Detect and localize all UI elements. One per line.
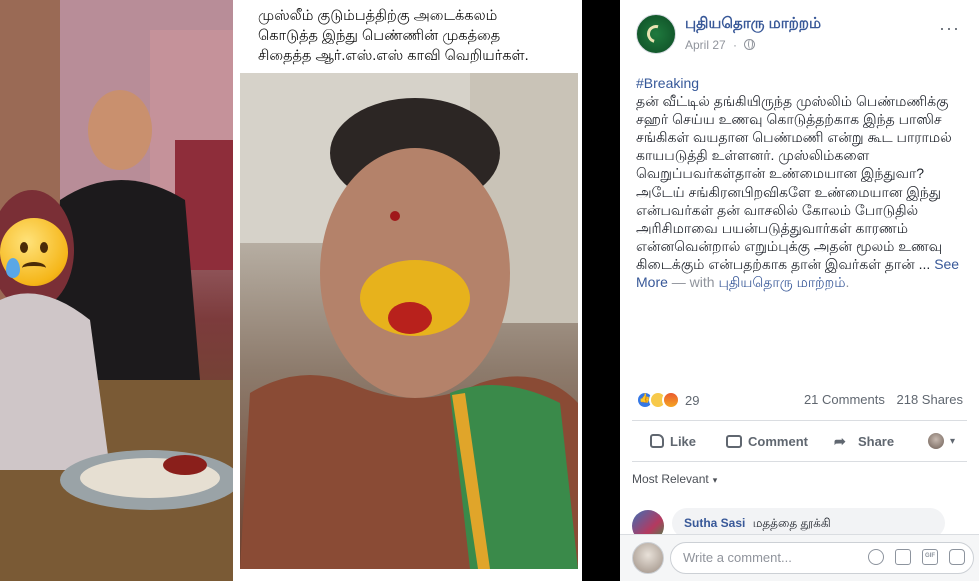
comment-composer: GIF: [620, 534, 979, 581]
emoji-tear: [6, 258, 20, 278]
post-photo[interactable]: முஸ்லீம் குடும்பத்திற்கு அடைக்கலம் கொடுத…: [0, 0, 582, 581]
engagement-stats: 21 Comments 218 Shares: [804, 392, 963, 407]
with-end: .: [845, 274, 850, 291]
like-button[interactable]: Like: [650, 434, 696, 449]
divider: [632, 461, 967, 462]
crescent-moon-icon: [643, 21, 669, 47]
divider: [632, 420, 967, 421]
page-avatar[interactable]: [636, 14, 676, 54]
injured-woman-photo: [240, 73, 578, 569]
user-avatar: [927, 433, 944, 449]
comment-bubble-icon: [726, 434, 743, 448]
photo-viewer: முஸ்லீம் குடும்பத்திற்கு அடைக்கலம் கொடுத…: [0, 0, 620, 581]
emoji-eye: [20, 242, 28, 253]
with-label: — with: [667, 274, 715, 291]
angry-reaction-icon: [662, 391, 680, 409]
post-body: தன் வீட்டில் தங்கியிருந்த முஸ்லிம் பெண்ம…: [636, 93, 952, 272]
gif-icon[interactable]: GIF: [922, 549, 938, 565]
emoji-icon[interactable]: [868, 549, 884, 565]
hashtag-link[interactable]: #Breaking: [636, 74, 966, 92]
reaction-count: 29: [685, 392, 700, 408]
disappointed-emoji-sticker: [0, 218, 68, 286]
sticker-icon[interactable]: [949, 549, 965, 565]
emoji-mouth: [22, 262, 46, 274]
photo-left-panel: [0, 0, 233, 581]
chevron-down-icon: ▾: [712, 475, 718, 485]
comment-text: மதத்தை தூக்கி: [752, 516, 831, 530]
action-bar: Like Comment ➦ Share ▾: [632, 424, 967, 458]
share-arrow-icon: ➦: [833, 433, 846, 449]
page-name-link[interactable]: புதியதொரு மாற்றம்: [685, 15, 821, 34]
sort-label: Most Relevant: [632, 472, 709, 486]
photo-right-illustration: [240, 73, 578, 569]
camera-icon[interactable]: [895, 549, 911, 565]
chevron-down-icon: ▾: [949, 435, 955, 447]
reactions-summary[interactable]: 29: [636, 389, 699, 411]
shares-count-link[interactable]: 218 Shares: [897, 392, 964, 407]
tagged-page-link[interactable]: புதியதொரு மாற்றம்: [718, 274, 845, 290]
post-text: #Breaking தன் வீட்டில் தங்கியிருந்த முஸ்…: [636, 74, 966, 291]
current-user-avatar: [632, 542, 664, 574]
post-header: புதியதொரு மாற்றம் April 27 · ···: [636, 12, 966, 56]
post-sidebar: புதியதொரு மாற்றம் April 27 · ··· #Breaki…: [620, 0, 979, 581]
caption-line: கொடுத்த இந்து பெண்ணின் முகத்தை: [258, 28, 501, 44]
photo-right-panel: முஸ்லீம் குடும்பத்திற்கு அடைக்கலம் கொடுத…: [236, 0, 582, 581]
like-label: Like: [670, 433, 697, 449]
composer-icons: GIF: [857, 549, 965, 565]
caption-line: சிதைத்த ஆர்.எஸ்.எஸ் காவி வெறியர்கள்.: [258, 48, 529, 64]
comment-sort-dropdown[interactable]: Most Relevant ▾: [632, 472, 717, 486]
share-button[interactable]: ➦ Share: [834, 433, 894, 449]
emoji-eye: [40, 242, 48, 253]
comment-button[interactable]: Comment: [726, 434, 808, 449]
comment-input[interactable]: [683, 550, 853, 565]
photo-left-illustration: [0, 0, 233, 581]
comment-label: Comment: [748, 433, 808, 449]
more-options-icon[interactable]: ···: [939, 18, 960, 39]
globe-icon: [744, 39, 755, 50]
commenter-name-link[interactable]: Sutha Sasi: [684, 516, 745, 530]
caption-line: முஸ்லீம் குடும்பத்திற்கு அடைக்கலம்: [258, 8, 498, 24]
comment-input-box[interactable]: GIF: [670, 542, 974, 574]
share-label: Share: [857, 433, 895, 449]
post-date-link[interactable]: April 27: [685, 38, 726, 52]
comments-count-link[interactable]: 21 Comments: [804, 392, 885, 407]
date-separator: ·: [733, 38, 737, 52]
thumbs-up-icon: [650, 434, 664, 448]
photo-caption: முஸ்லீம் குடும்பத்திற்கு அடைக்கலம் கொடுத…: [236, 0, 582, 70]
post-as-selector[interactable]: ▾: [927, 433, 955, 449]
